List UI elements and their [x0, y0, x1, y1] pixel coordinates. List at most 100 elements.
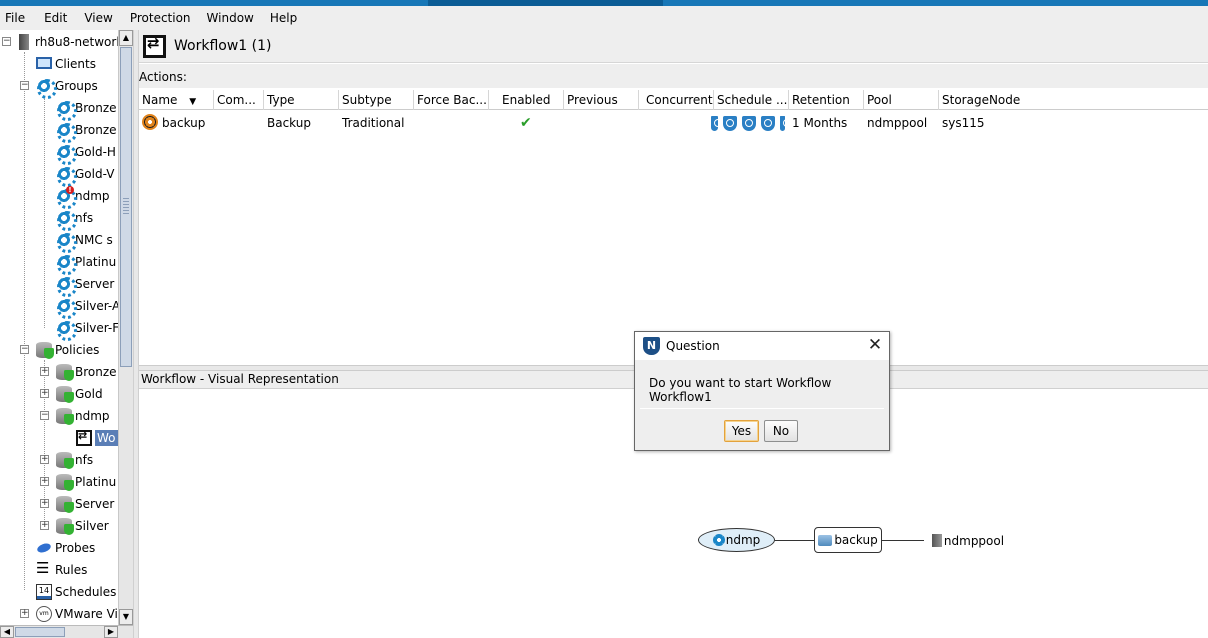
col-pool[interactable]: Pool: [864, 90, 939, 110]
scroll-thumb[interactable]: [120, 47, 132, 367]
col-comment[interactable]: Com...: [214, 90, 264, 110]
tree-item-group[interactable]: Gold-V: [56, 164, 114, 187]
cell-storage-node: sys115: [942, 116, 985, 130]
expand-icon[interactable]: +: [40, 477, 49, 486]
expand-icon[interactable]: +: [40, 389, 49, 398]
collapse-icon[interactable]: −: [40, 411, 49, 420]
schedule-shield-icon: [742, 116, 756, 131]
tree-horizontal-scrollbar[interactable]: ◀ ▶: [0, 625, 133, 638]
group-icon: [712, 534, 725, 546]
tree-item-group[interactable]: Silver-A: [56, 296, 118, 319]
workflow-edge: [882, 540, 925, 541]
tree-item-probes[interactable]: Probes: [36, 538, 95, 558]
group-icon: [36, 78, 57, 99]
action-icon: [818, 534, 833, 546]
tree-item-group[interactable]: Silver-F: [56, 318, 118, 341]
dialog-separator: [640, 408, 884, 409]
policy-icon: [56, 452, 74, 469]
close-icon[interactable]: ✕: [867, 337, 883, 354]
tree-item-vmware[interactable]: + vm VMware Vi: [18, 604, 118, 624]
workflow-edge: [775, 540, 814, 541]
collapse-icon[interactable]: −: [20, 345, 29, 354]
group-icon: [56, 100, 77, 121]
menu-bar: File Edit View Protection Window Help: [0, 6, 1208, 30]
col-enabled[interactable]: Enabled: [489, 90, 564, 110]
expand-icon[interactable]: +: [20, 609, 29, 618]
networker-logo-icon: N: [643, 337, 660, 355]
menu-protection[interactable]: Protection: [125, 6, 197, 30]
question-dialog: N Question ✕ Do you want to start Workfl…: [634, 331, 890, 451]
collapse-icon[interactable]: −: [20, 81, 29, 90]
calendar-icon: 14: [36, 584, 52, 600]
diagram-node-action[interactable]: backup: [814, 527, 882, 553]
tree-root[interactable]: − rh8u8-network: [0, 32, 118, 52]
scroll-right-arrow-icon[interactable]: ▶: [104, 626, 118, 638]
tree-item-group[interactable]: ndmp: [56, 186, 110, 209]
group-icon: [56, 276, 77, 297]
tree-item-clients[interactable]: Clients: [36, 54, 96, 74]
dialog-message: Do you want to start Workflow Workflow1: [649, 376, 832, 404]
collapse-icon[interactable]: −: [2, 37, 11, 46]
tree-item-policy[interactable]: + nfs: [38, 450, 93, 470]
tree-item-group[interactable]: Bronze: [56, 120, 117, 143]
menu-view[interactable]: View: [79, 6, 118, 30]
col-type[interactable]: Type: [264, 90, 339, 110]
tree-item-policy[interactable]: + Platinu: [38, 472, 116, 492]
scroll-up-arrow-icon[interactable]: ▲: [119, 30, 133, 46]
col-schedule[interactable]: Schedule ...: [714, 90, 789, 110]
tree-item-groups[interactable]: − Groups: [18, 76, 98, 99]
tree-item-policy[interactable]: + Server: [38, 494, 114, 514]
tree-item-policies[interactable]: − Policies: [18, 340, 99, 360]
expand-icon[interactable]: +: [40, 521, 49, 530]
col-subtype[interactable]: Subtype: [339, 90, 414, 110]
tree-item-schedules[interactable]: 14 Schedules: [36, 582, 116, 602]
yes-button[interactable]: Yes: [724, 420, 759, 442]
tree-item-group[interactable]: NMC s: [56, 230, 113, 253]
diagram-node-pool[interactable]: ndmppool: [924, 528, 1012, 553]
tree-item-group[interactable]: Platinu: [56, 252, 116, 275]
menu-window[interactable]: Window: [202, 6, 260, 30]
expand-icon[interactable]: +: [40, 455, 49, 464]
expand-icon[interactable]: +: [40, 499, 49, 508]
tree-item-group[interactable]: nfs: [56, 208, 93, 231]
col-force-backup[interactable]: Force Bac...: [414, 90, 489, 110]
dialog-title-bar[interactable]: N Question ✕: [635, 332, 889, 360]
cell-schedule: [711, 112, 789, 134]
menu-file[interactable]: File: [0, 6, 31, 30]
tree-item-policy[interactable]: + Bronze: [38, 362, 117, 382]
table-row[interactable]: backup Backup Traditional ✔ 1 Months ndm…: [139, 112, 1208, 134]
menu-edit[interactable]: Edit: [39, 6, 73, 30]
policy-icon: [56, 364, 74, 381]
probe-icon: [36, 540, 52, 556]
col-name[interactable]: Name ▼: [139, 90, 214, 110]
tree-item-policy[interactable]: + Silver: [38, 516, 109, 536]
group-icon: [56, 320, 77, 341]
col-concurrent[interactable]: Concurrent: [639, 90, 714, 110]
diagram-node-client-group[interactable]: ndmp: [698, 528, 775, 552]
tree-item-rules[interactable]: Rules: [36, 559, 87, 580]
tree-item-group[interactable]: Gold-H: [56, 142, 116, 165]
col-previous[interactable]: Previous: [564, 90, 639, 110]
scroll-down-arrow-icon[interactable]: ▼: [119, 609, 133, 625]
col-retention[interactable]: Retention: [789, 90, 864, 110]
tree-vertical-scrollbar[interactable]: ▲ ▼: [118, 30, 133, 625]
enabled-check-icon: ✔: [520, 115, 532, 131]
col-storage-node[interactable]: StorageNode: [939, 90, 1208, 110]
tree-item-policy[interactable]: + Gold: [38, 384, 103, 404]
menu-help[interactable]: Help: [265, 6, 303, 30]
tree-item-group[interactable]: Server: [56, 274, 114, 297]
tree-item-workflow[interactable]: Wo: [76, 428, 118, 448]
no-button[interactable]: No: [764, 420, 798, 442]
schedule-shield-icon: [723, 116, 737, 131]
tree-item-policy[interactable]: − ndmp: [38, 406, 110, 426]
scroll-thumb[interactable]: [15, 627, 65, 637]
expand-icon[interactable]: +: [40, 367, 49, 376]
grip-icon: [123, 198, 129, 214]
tree-item-group[interactable]: Bronze: [56, 98, 117, 121]
pool-icon: [931, 534, 942, 547]
scroll-left-arrow-icon[interactable]: ◀: [0, 626, 14, 638]
policy-icon: [56, 386, 74, 403]
schedule-shield-icon: [780, 116, 789, 131]
rules-icon: [36, 559, 52, 578]
group-icon: [56, 144, 77, 165]
